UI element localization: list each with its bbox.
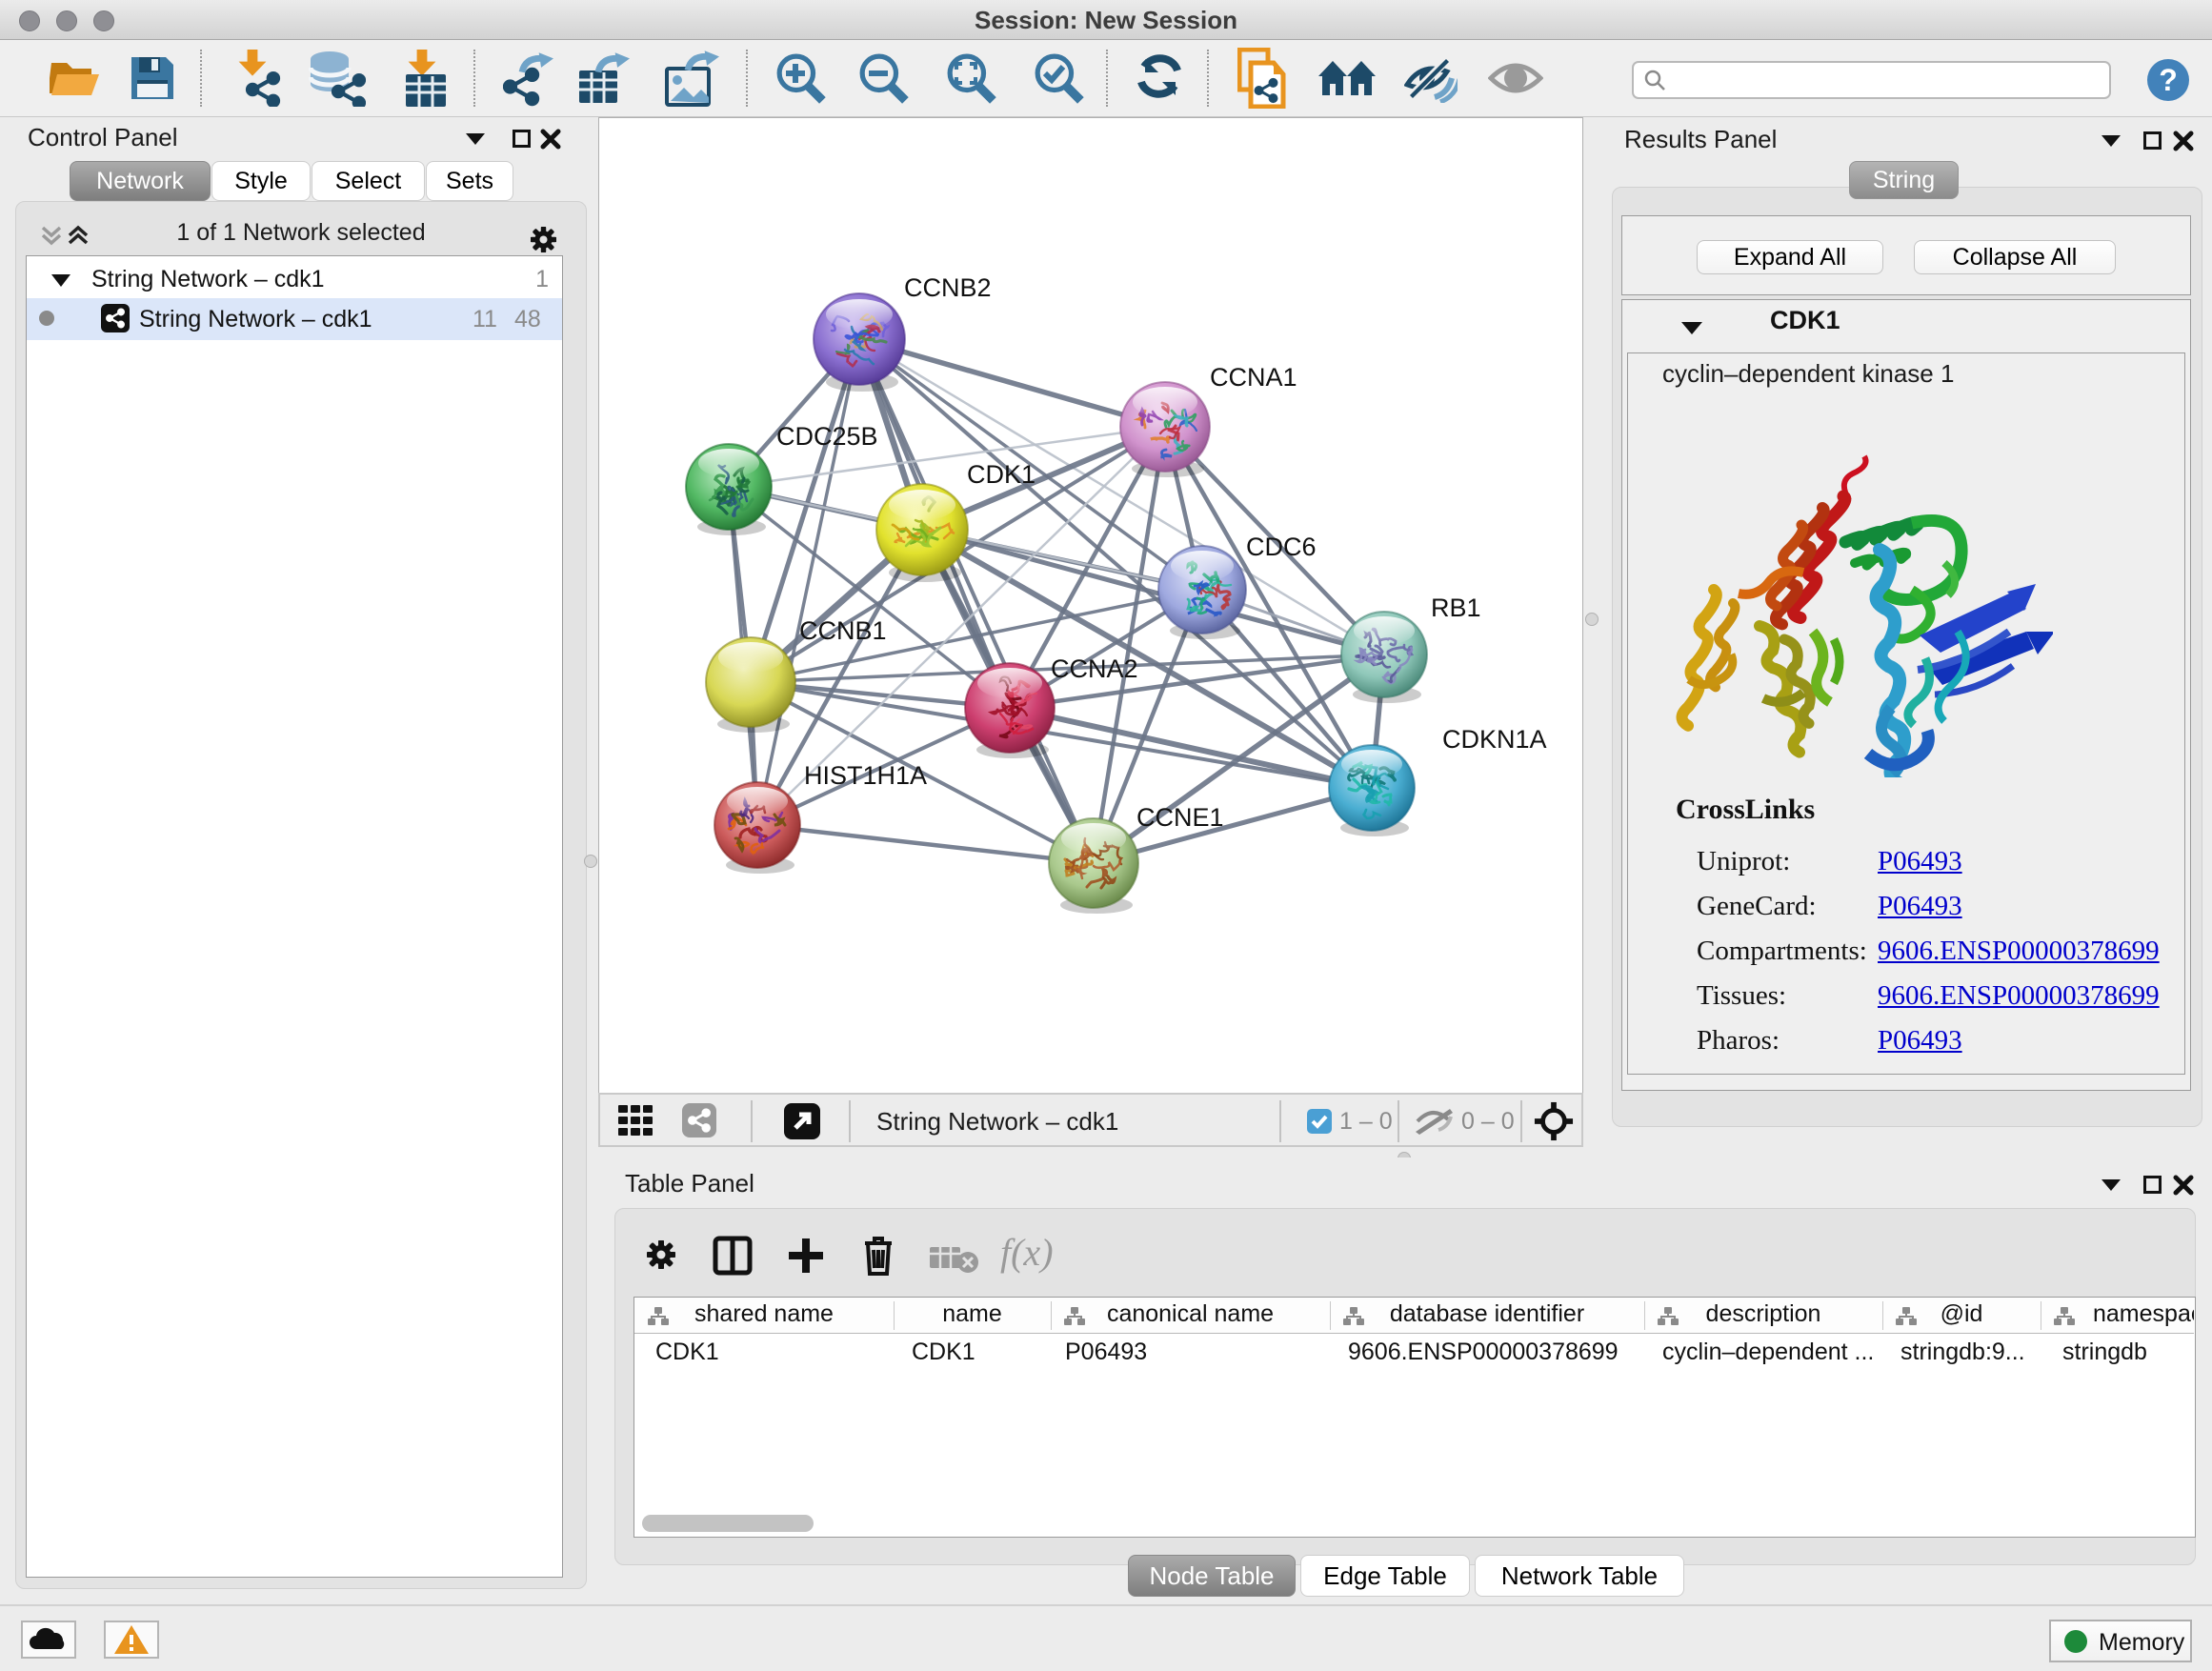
svg-text:CCNA2: CCNA2 [1051,654,1138,683]
svg-text:CDK1: CDK1 [967,460,1036,489]
svg-text:CCNE1: CCNE1 [1136,803,1224,832]
svg-text:CDC6: CDC6 [1246,533,1317,561]
svg-text:CCNA1: CCNA1 [1210,363,1297,392]
svg-text:HIST1H1A: HIST1H1A [804,761,927,790]
svg-text:RB1: RB1 [1431,594,1481,622]
svg-text:CCNB1: CCNB1 [799,616,887,645]
svg-text:CCNB2: CCNB2 [904,273,992,302]
svg-text:CDC25B: CDC25B [776,422,878,451]
svg-text:CDKN1A: CDKN1A [1442,725,1547,754]
